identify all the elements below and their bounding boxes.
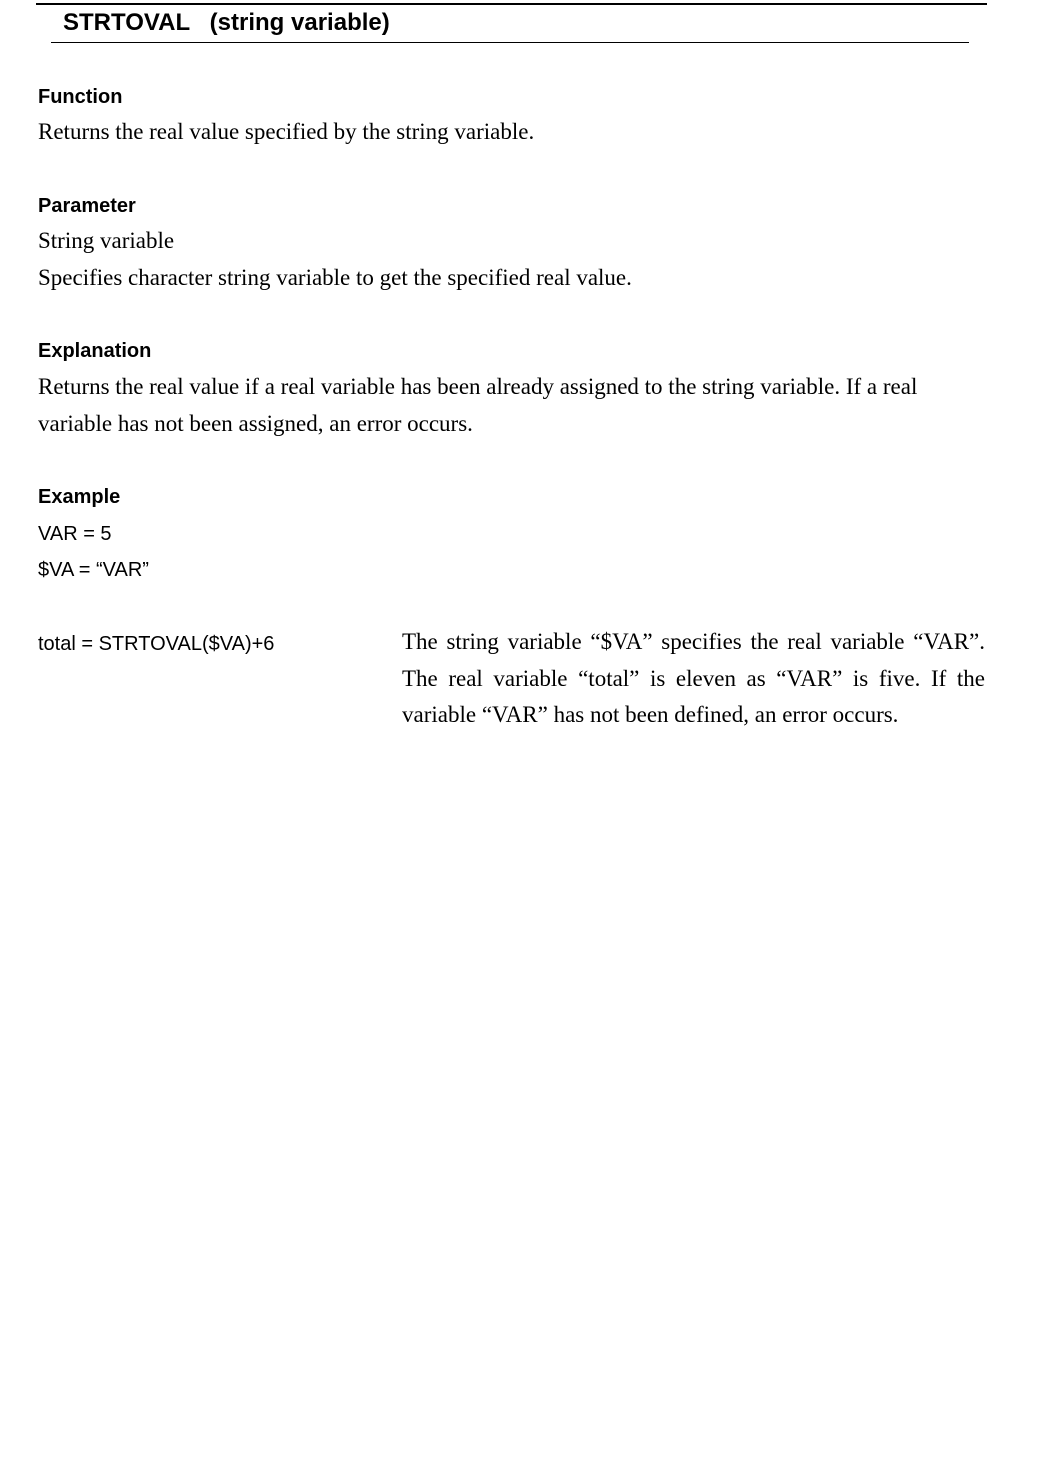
function-heading: Function [38, 86, 123, 108]
parameter-description: Specifies character string variable to g… [38, 265, 632, 290]
function-text: Returns the real value specified by the … [38, 119, 535, 144]
example-code-line: VAR = 5 [38, 523, 112, 545]
explanation-heading: Explanation [38, 340, 152, 362]
example-code-line: $VA = “VAR” [38, 559, 149, 581]
parameter-name: String variable [38, 228, 175, 253]
example-heading: Example [38, 486, 121, 508]
page-title: STRTOVAL (string variable) [63, 9, 390, 36]
example-description: The string variable “$VA” specifies the … [402, 629, 985, 727]
explanation-text: Returns the real value if a real variabl… [38, 374, 918, 436]
parameter-heading: Parameter [38, 195, 136, 217]
example-statement: total = STRTOVAL($VA)+6 [38, 633, 275, 655]
title-underline [51, 42, 969, 43]
top-rule [36, 3, 987, 5]
